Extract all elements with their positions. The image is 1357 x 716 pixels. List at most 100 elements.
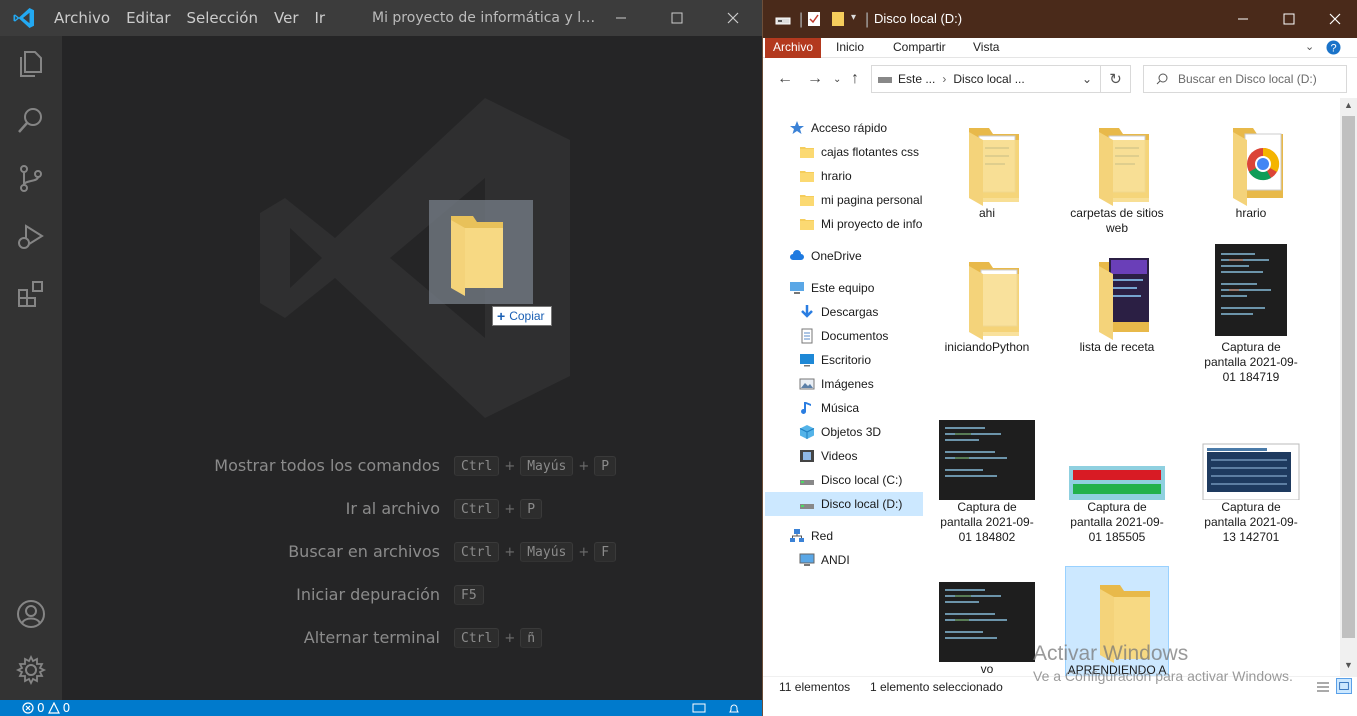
file-item[interactable]: hrario <box>1199 110 1303 221</box>
item-count: 11 elementos <box>779 680 851 694</box>
file-item[interactable]: Captura de pantalla 2021-09-01 184719 <box>1199 244 1303 385</box>
gear-icon[interactable] <box>15 654 47 686</box>
sidebar-item-label: Videos <box>821 449 858 463</box>
sidebar-item[interactable]: Documentos <box>765 324 923 348</box>
ribbon-tab-inicio[interactable]: Inicio <box>836 38 864 58</box>
sidebar-item[interactable]: Mi proyecto de infor <box>765 212 923 236</box>
scrollbar-thumb[interactable] <box>1342 116 1355 638</box>
sidebar-item[interactable]: Objetos 3D <box>765 420 923 444</box>
sidebar-item[interactable]: Disco local (D:) <box>765 492 923 516</box>
ribbon-tab-archivo[interactable]: Archivo <box>765 38 821 58</box>
explorer-maximize-button[interactable] <box>1266 0 1312 38</box>
file-item[interactable]: Captura de pantalla 2021-09-01 184802 <box>935 404 1039 545</box>
sidebar-item[interactable]: mi pagina personal <box>765 188 923 212</box>
error-count: 0 <box>37 701 45 715</box>
search-box[interactable]: Buscar en Disco local (D:) <box>1143 65 1347 93</box>
menu-seleccion[interactable]: Selección <box>179 9 267 27</box>
quick-access-dropdown-icon[interactable]: ▾ <box>851 12 856 23</box>
file-item[interactable]: Captura de pantalla 2021-09-01 185505 <box>1065 404 1169 545</box>
new-folder-icon[interactable] <box>831 11 845 27</box>
sidebar-item[interactable]: Descargas <box>765 300 923 324</box>
forward-arrow-icon[interactable]: → <box>807 70 823 88</box>
address-bar[interactable]: Este ... › Disco local ... ⌄ <box>871 65 1101 93</box>
menu-archivo[interactable]: Archivo <box>46 9 118 27</box>
feedback-icon[interactable] <box>692 703 706 715</box>
video-icon <box>799 448 815 464</box>
file-item[interactable]: Captura de pantalla 2021-09-13 142701 <box>1199 404 1303 545</box>
sidebar-item[interactable]: hrario <box>765 164 923 188</box>
copy-tooltip-label: Copiar <box>509 309 545 323</box>
explorer-ribbon-tabs: Archivo Inicio Compartir Vista ⌄ ? <box>763 38 1357 58</box>
sidebar-item[interactable]: Disco local (C:) <box>765 468 923 492</box>
error-icon <box>22 702 34 714</box>
activity-bar <box>0 36 62 700</box>
sidebar-item[interactable]: OneDrive <box>765 244 923 268</box>
key-cap: F <box>594 542 617 562</box>
sidebar-item[interactable]: Acceso rápido <box>765 116 923 140</box>
scroll-up-icon[interactable]: ▲ <box>1344 100 1353 110</box>
shortcut-keys: F5 <box>454 585 484 605</box>
vscode-minimize-button[interactable] <box>598 0 644 36</box>
menu-ir[interactable]: Ir <box>307 9 334 27</box>
folder-icon <box>799 144 815 160</box>
problems-indicator[interactable]: 0 0 <box>22 701 70 715</box>
help-icon[interactable]: ? <box>1326 40 1341 55</box>
file-item[interactable]: vo <box>935 566 1039 676</box>
sidebar-item-label: ANDI <box>821 553 850 567</box>
expand-ribbon-icon[interactable]: ⌄ <box>1305 40 1314 53</box>
explorer-close-button[interactable] <box>1312 0 1357 38</box>
sidebar-item-label: Acceso rápido <box>811 121 888 135</box>
refresh-button[interactable]: ↻ <box>1101 65 1131 93</box>
source-control-icon[interactable] <box>15 162 47 194</box>
menu-editar[interactable]: Editar <box>118 9 178 27</box>
vscode-window: Archivo Editar Selección Ver Ir Mi proye… <box>0 0 762 716</box>
vscode-maximize-button[interactable] <box>654 0 700 36</box>
file-item[interactable]: carpetas de sitios web <box>1065 110 1169 236</box>
sidebar-item[interactable]: Música <box>765 396 923 420</box>
shortcut-keys: Ctrl + ñ <box>454 628 543 648</box>
monitor-icon <box>799 552 815 568</box>
vertical-scrollbar[interactable]: ▲ ▼ <box>1340 98 1357 676</box>
details-view-icon[interactable] <box>1315 680 1331 694</box>
breadcrumb-este-equipo[interactable]: Este ... <box>898 72 935 86</box>
explorer-files-icon[interactable] <box>15 48 47 80</box>
shortcut-label: Iniciar depuración <box>296 585 440 604</box>
sidebar-item-label: Disco local (C:) <box>821 473 903 487</box>
file-name: ahi <box>978 206 995 220</box>
properties-icon[interactable] <box>807 11 821 27</box>
back-arrow-icon[interactable]: ← <box>777 70 793 88</box>
search-icon[interactable] <box>15 104 47 136</box>
image-thumbnail-icon <box>1065 404 1169 500</box>
sidebar-item[interactable]: Red <box>765 524 923 548</box>
up-arrow-icon[interactable]: ↑ <box>851 70 859 88</box>
sidebar-item[interactable]: Imágenes <box>765 372 923 396</box>
sidebar-item[interactable]: Escritorio <box>765 348 923 372</box>
key-cap: P <box>594 456 617 476</box>
file-item[interactable]: lista de receta <box>1065 244 1169 355</box>
ribbon-tab-vista[interactable]: Vista <box>973 38 999 58</box>
file-item[interactable]: iniciandoPython <box>935 244 1039 355</box>
address-dropdown-icon[interactable]: ⌄ <box>1082 72 1092 86</box>
ribbon-tab-compartir[interactable]: Compartir <box>893 38 946 58</box>
run-debug-icon[interactable] <box>15 220 47 252</box>
sidebar-item-label: Documentos <box>821 329 889 343</box>
large-icons-view-icon[interactable] <box>1336 678 1352 694</box>
sidebar-item[interactable]: Videos <box>765 444 923 468</box>
account-icon[interactable] <box>15 598 47 630</box>
selection-count: 1 elemento seleccionado <box>870 680 1003 694</box>
sidebar-item[interactable]: Este equipo <box>765 276 923 300</box>
svg-text:?: ? <box>1330 43 1336 55</box>
recent-locations-icon[interactable]: ⌄ <box>833 74 841 85</box>
vscode-close-button[interactable] <box>710 0 756 36</box>
breadcrumb-disco-d[interactable]: Disco local ... <box>953 72 1024 86</box>
sidebar-item-label: Mi proyecto de infor <box>821 217 923 231</box>
scroll-down-icon[interactable]: ▼ <box>1344 660 1353 670</box>
explorer-minimize-button[interactable] <box>1220 0 1266 38</box>
sidebar-item[interactable]: ANDI <box>765 548 923 572</box>
sidebar-item-label: Objetos 3D <box>821 425 882 439</box>
extensions-icon[interactable] <box>15 278 47 310</box>
menu-ver[interactable]: Ver <box>266 9 307 27</box>
bell-icon[interactable] <box>728 703 740 715</box>
file-item[interactable]: ahi <box>935 110 1039 221</box>
sidebar-item[interactable]: cajas flotantes css <box>765 140 923 164</box>
